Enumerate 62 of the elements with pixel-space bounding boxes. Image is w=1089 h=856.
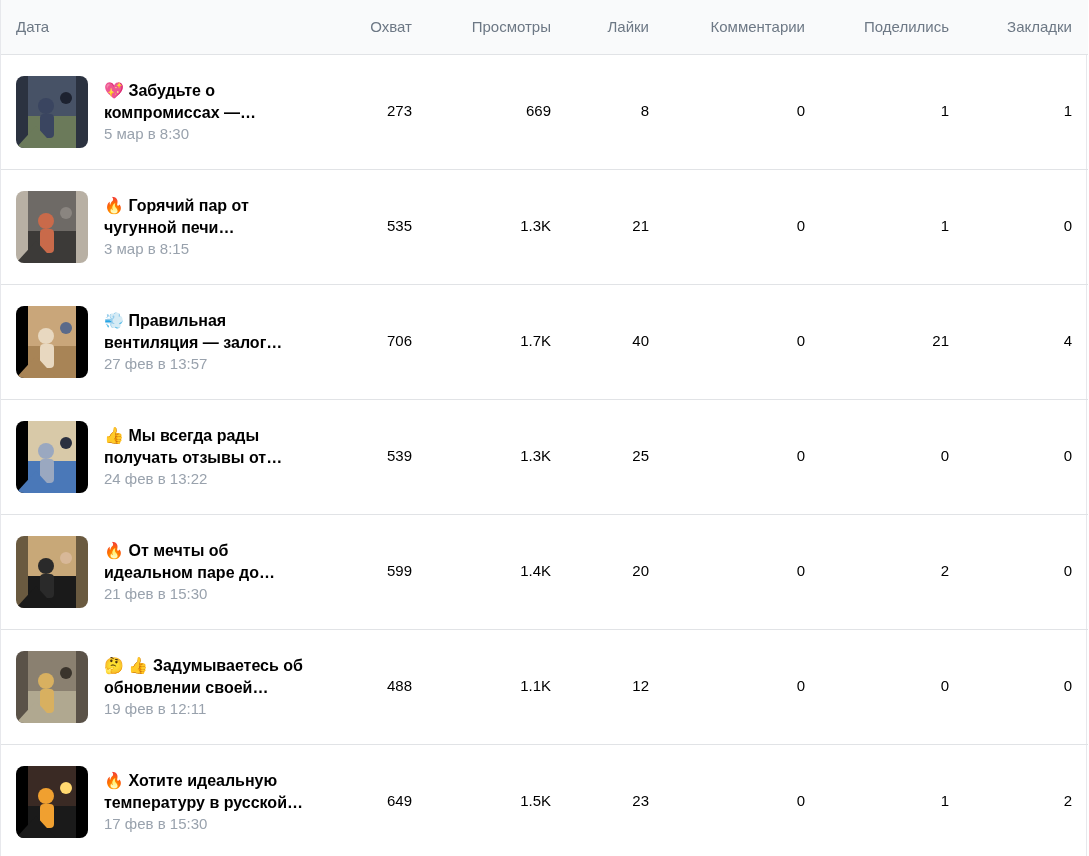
- post-title[interactable]: 🔥 От мечты об идеальном паре до…: [104, 539, 319, 584]
- post-date: 24 фев в 13:22: [104, 468, 209, 489]
- table-cell: 21: [632, 217, 649, 235]
- post-date: 3 мар в 8:15: [104, 238, 190, 259]
- post-date: 19 фев в 12:11: [104, 698, 208, 719]
- table-cell: 2: [1063, 792, 1072, 810]
- table-cell: 539: [386, 447, 412, 465]
- table-cell: 0: [796, 447, 805, 465]
- post-title[interactable]: 💨 Правильная вентиляция — залог…: [104, 309, 319, 354]
- column-header[interactable]: Закладки: [1007, 17, 1072, 35]
- post-date: 5 мар в 8:30: [104, 123, 190, 144]
- table-cell: 649: [386, 792, 412, 810]
- table-cell: 1.4K: [520, 562, 551, 580]
- table-cell: 0: [1063, 677, 1072, 695]
- table-cell: 8: [640, 102, 649, 120]
- table-cell: 273: [386, 102, 412, 120]
- table-cell: 0: [1063, 217, 1072, 235]
- table-cell: 0: [796, 332, 805, 350]
- table-cell: 0: [796, 562, 805, 580]
- table-cell: 1: [940, 102, 949, 120]
- table-cell: 0: [1063, 562, 1072, 580]
- table-cell: 669: [525, 102, 551, 120]
- post-date: 17 фев в 15:30: [104, 813, 209, 834]
- post-title[interactable]: 💖 Забудьте о компромиссах —…: [104, 79, 319, 124]
- post-title[interactable]: 🔥 Хотите идеальную температуру в русской…: [104, 769, 319, 814]
- table-cell: 1.3K: [520, 447, 551, 465]
- post-date: 21 фев в 15:30: [104, 583, 209, 604]
- table-cell: 4: [1063, 332, 1072, 350]
- table-cell: 1.3K: [520, 217, 551, 235]
- table-cell: 40: [632, 332, 649, 350]
- column-header[interactable]: Дата: [16, 17, 50, 35]
- table-cell: 1: [1063, 102, 1072, 120]
- column-header[interactable]: Охват: [370, 17, 412, 35]
- table-cell: 12: [632, 677, 649, 695]
- table-cell: 2: [940, 562, 949, 580]
- table-cell: 0: [796, 677, 805, 695]
- table-cell: 23: [632, 792, 649, 810]
- post-title[interactable]: 🔥 Горячий пар от чугунной печи…: [104, 194, 319, 239]
- table-cell: 535: [386, 217, 412, 235]
- post-title[interactable]: 👍 Мы всегда рады получать отзывы от…: [104, 424, 319, 469]
- table-cell: 0: [940, 447, 949, 465]
- table-cell: 0: [796, 217, 805, 235]
- table-cell: 706: [386, 332, 412, 350]
- column-header[interactable]: Поделились: [864, 17, 949, 35]
- table-cell: 1.1K: [520, 677, 551, 695]
- table-cell: 21: [932, 332, 949, 350]
- column-header[interactable]: Лайки: [607, 17, 649, 35]
- post-title[interactable]: 🤔 👍 Задумываетесь об обновлении своей…: [104, 654, 319, 699]
- table-cell: 1: [940, 792, 949, 810]
- table-cell: 488: [386, 677, 412, 695]
- table-cell: 0: [940, 677, 949, 695]
- table-cell: 1.5K: [520, 792, 551, 810]
- table-cell: 0: [796, 792, 805, 810]
- table-cell: 0: [796, 102, 805, 120]
- table-cell: 25: [632, 447, 649, 465]
- post-date: 27 фев в 13:57: [104, 353, 209, 374]
- table-cell: 599: [386, 562, 412, 580]
- table-cell: 20: [632, 562, 649, 580]
- column-header[interactable]: Просмотры: [471, 17, 551, 35]
- table-cell: 0: [1063, 447, 1072, 465]
- table-cell: 1.7K: [520, 332, 551, 350]
- table-cell: 1: [940, 217, 949, 235]
